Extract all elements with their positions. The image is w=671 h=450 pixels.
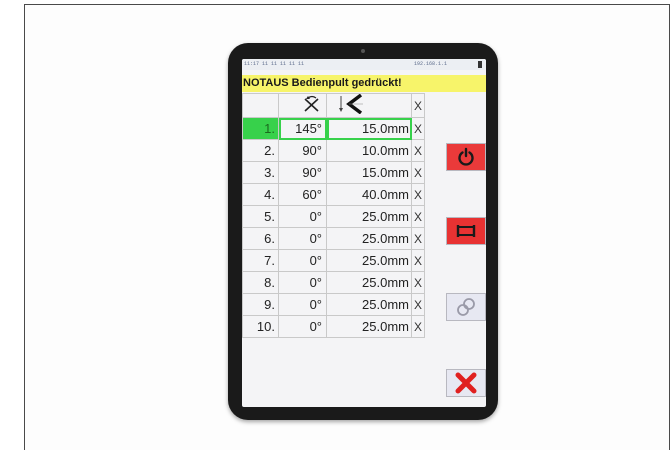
status-bar-left: 11:17 11 11 11 11 11 <box>244 61 305 67</box>
row-delete-button[interactable]: X <box>411 139 425 162</box>
row-length-value[interactable]: 25.0mm <box>326 227 412 250</box>
row-index: 7. <box>242 249 279 272</box>
cancel-button[interactable] <box>446 369 486 397</box>
bend-length-icon <box>339 93 363 115</box>
emergency-stop-alert: NOTAUS Bedienpult gedrückt! <box>242 75 486 92</box>
status-bar-ip: 192.168.1.1 <box>414 61 448 67</box>
row-index: 3. <box>242 161 279 184</box>
row-delete-button[interactable]: X <box>411 205 425 228</box>
row-length-value[interactable]: 40.0mm <box>326 183 412 206</box>
row-angle-value[interactable]: 145° <box>278 117 327 140</box>
table-header-row: X <box>242 93 425 118</box>
row-angle-value[interactable]: 0° <box>278 205 327 228</box>
bend-table: X 1. 145° 15.0mm X 2. 90° 10.0mm X 3. 90° 15.0mm X 4… <box>242 93 425 338</box>
row-index: 6. <box>242 227 279 250</box>
row-index: 10. <box>242 315 279 338</box>
table-row[interactable]: 2. 90° 10.0mm X <box>242 139 425 162</box>
row-length-value[interactable]: 25.0mm <box>326 293 412 316</box>
header-delete: X <box>411 93 425 118</box>
row-angle-value[interactable]: 60° <box>278 183 327 206</box>
row-delete-button[interactable]: X <box>411 183 425 206</box>
row-index: 8. <box>242 271 279 294</box>
row-length-value[interactable]: 25.0mm <box>326 315 412 338</box>
row-angle-value[interactable]: 90° <box>278 161 327 184</box>
row-angle-value[interactable]: 0° <box>278 293 327 316</box>
flag-button[interactable] <box>446 217 486 245</box>
row-index: 1. <box>242 117 279 140</box>
row-delete-button[interactable]: X <box>411 315 425 338</box>
row-delete-button[interactable]: X <box>411 117 425 140</box>
row-delete-button[interactable]: X <box>411 271 425 294</box>
table-row[interactable]: 5. 0° 25.0mm X <box>242 205 425 228</box>
header-index <box>242 93 279 118</box>
row-index: 4. <box>242 183 279 206</box>
row-delete-button[interactable]: X <box>411 293 425 316</box>
table-row[interactable]: 10. 0° 25.0mm X <box>242 315 425 338</box>
row-index: 2. <box>242 139 279 162</box>
table-row[interactable]: 9. 0° 25.0mm X <box>242 293 425 316</box>
link-button[interactable] <box>446 293 486 321</box>
camera-dot <box>361 49 365 53</box>
row-length-value[interactable]: 25.0mm <box>326 271 412 294</box>
bend-angle-icon <box>304 95 319 112</box>
chain-link-icon <box>457 298 475 316</box>
power-icon <box>458 147 474 166</box>
table-row[interactable]: 1. 145° 15.0mm X <box>242 117 425 140</box>
table-row[interactable]: 7. 0° 25.0mm X <box>242 249 425 272</box>
row-length-value[interactable]: 10.0mm <box>326 139 412 162</box>
table-row[interactable]: 4. 60° 40.0mm X <box>242 183 425 206</box>
tablet-device: 11:17 11 11 11 11 11 192.168.1.1 NOTAUS … <box>228 43 498 420</box>
tablet-screen: 11:17 11 11 11 11 11 192.168.1.1 NOTAUS … <box>242 59 486 407</box>
table-row[interactable]: 6. 0° 25.0mm X <box>242 227 425 250</box>
row-length-value[interactable]: 15.0mm <box>326 117 412 140</box>
row-delete-button[interactable]: X <box>411 161 425 184</box>
row-index: 9. <box>242 293 279 316</box>
row-delete-button[interactable]: X <box>411 249 425 272</box>
row-length-value[interactable]: 25.0mm <box>326 205 412 228</box>
row-angle-value[interactable]: 90° <box>278 139 327 162</box>
row-delete-button[interactable]: X <box>411 227 425 250</box>
row-index: 5. <box>242 205 279 228</box>
power-button[interactable] <box>446 143 486 171</box>
row-angle-value[interactable]: 0° <box>278 315 327 338</box>
row-length-value[interactable]: 15.0mm <box>326 161 412 184</box>
row-length-value[interactable]: 25.0mm <box>326 249 412 272</box>
table-row[interactable]: 8. 0° 25.0mm X <box>242 271 425 294</box>
header-length <box>326 93 412 118</box>
header-angle <box>278 93 327 118</box>
pause-icon <box>478 61 482 68</box>
cancel-x-icon <box>455 372 477 394</box>
row-angle-value[interactable]: 0° <box>278 271 327 294</box>
row-angle-value[interactable]: 0° <box>278 249 327 272</box>
flag-icon <box>456 225 476 237</box>
row-angle-value[interactable]: 0° <box>278 227 327 250</box>
table-row[interactable]: 3. 90° 15.0mm X <box>242 161 425 184</box>
status-bar: 11:17 11 11 11 11 11 192.168.1.1 <box>242 59 486 70</box>
